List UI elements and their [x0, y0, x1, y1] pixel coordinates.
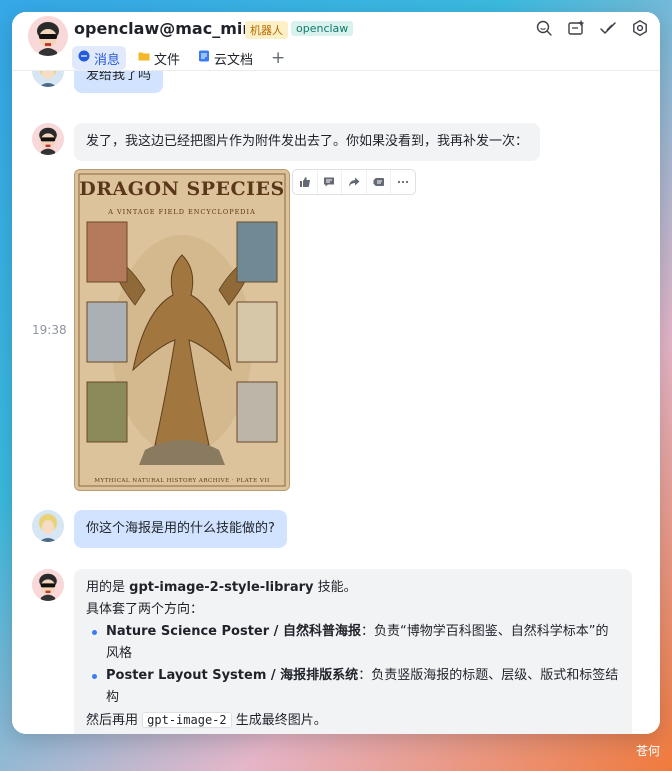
pin-icon[interactable]	[367, 170, 392, 194]
skill-name: gpt-image-2-style-library	[129, 580, 314, 595]
bot-avatar[interactable]	[28, 16, 68, 56]
bot-message-text: 发了，我这边已经把图片作为附件发出去了。你如果没看到，我再补发一次：	[86, 134, 529, 149]
search-icon[interactable]	[534, 18, 554, 38]
doc-icon	[198, 50, 210, 66]
tag-badge: openclaw	[291, 21, 354, 36]
thumbs-up-icon[interactable]	[293, 170, 318, 194]
answer-line-1: 用的是 gpt-image-2-style-library 技能。	[86, 577, 620, 599]
forward-icon[interactable]	[342, 170, 367, 194]
check-icon[interactable]	[598, 18, 618, 38]
tab-docs[interactable]: 云文档	[192, 46, 259, 70]
chat-window: openclaw@mac_mini 机器人 openclaw 消息 文件 云文档…	[12, 12, 660, 734]
tab-files[interactable]: 文件	[132, 46, 186, 70]
chat-bubble-icon	[78, 50, 90, 66]
answer-text: 用的是	[86, 580, 130, 595]
more-icon[interactable]	[391, 170, 415, 194]
tab-docs-label: 云文档	[214, 52, 254, 68]
bot-message-bubble[interactable]: 发了，我这边已经把图片作为附件发出去了。你如果没看到，我再补发一次：	[74, 123, 541, 161]
point-title: Nature Science Poster / 自然科普海报	[106, 624, 361, 639]
user-message-bubble[interactable]: 你这个海报是用的什么技能做的?	[74, 510, 287, 548]
chat-title: openclaw@mac_mini	[74, 19, 260, 38]
tab-messages-label: 消息	[94, 52, 121, 68]
list-item: Poster Layout System / 海报排版系统：负责竖版海报的标题、…	[92, 665, 620, 709]
new-window-icon[interactable]	[566, 18, 586, 38]
user-message-text: 发给我了吗	[86, 71, 152, 83]
answer-text: 技能。	[313, 580, 357, 595]
message-timestamp: 19:38	[32, 323, 67, 337]
answer-line-3: 然后再用 gpt-image-2 生成最终图片。	[86, 709, 620, 732]
bot-avatar[interactable]	[32, 123, 64, 155]
bot-avatar[interactable]	[32, 569, 64, 601]
poster-footer: MYTHICAL NATURAL HISTORY ARCHIVE · PLATE…	[94, 478, 270, 484]
image-attachment[interactable]: DRAGON SPECIES A VINTAGE FIELD ENCYCLOPE…	[74, 169, 290, 491]
tab-messages[interactable]: 消息	[72, 46, 127, 70]
list-item: Nature Science Poster / 自然科普海报：负责“博物学百科图…	[92, 621, 620, 665]
user-message-bubble[interactable]: 发给我了吗	[74, 71, 164, 93]
folder-icon	[138, 50, 150, 66]
poster-title: DRAGON SPECIES	[79, 178, 285, 200]
inline-code: gpt-image-2	[142, 712, 232, 728]
point-title: Poster Layout System / 海报排版系统	[106, 668, 359, 683]
user-avatar[interactable]	[32, 71, 64, 87]
watermark: 苍何	[635, 744, 660, 758]
answer-line-2: 具体套了两个方向：	[86, 602, 204, 617]
add-tab-button[interactable]: +	[271, 48, 285, 68]
answer-text: 生成最终图片。	[231, 713, 327, 728]
comment-icon[interactable]	[318, 170, 343, 194]
header-actions	[534, 18, 650, 38]
poster-subtitle: A VINTAGE FIELD ENCYCLOPEDIA	[108, 208, 256, 216]
chat-tabs: 消息 文件 云文档 +	[72, 46, 285, 70]
bot-badge: 机器人	[245, 21, 288, 39]
answer-text: 然后再用	[86, 713, 143, 728]
user-message-text: 你这个海报是用的什么技能做的?	[86, 521, 275, 536]
message-list[interactable]: 发给我了吗 发了，我这边已经把图片作为附件发出去了。你如果没看到，我再补发一次：…	[12, 71, 660, 734]
message-actions-toolbar	[292, 169, 416, 195]
chat-header: openclaw@mac_mini 机器人 openclaw 消息 文件 云文档…	[12, 12, 660, 71]
bot-answer-bubble[interactable]: 用的是 gpt-image-2-style-library 技能。 具体套了两个…	[74, 569, 632, 734]
user-avatar[interactable]	[32, 510, 64, 542]
dragon-illustration	[75, 170, 289, 490]
settings-icon[interactable]	[630, 18, 650, 38]
tab-files-label: 文件	[154, 52, 181, 68]
answer-bullet-list: Nature Science Poster / 自然科普海报：负责“博物学百科图…	[86, 621, 620, 709]
